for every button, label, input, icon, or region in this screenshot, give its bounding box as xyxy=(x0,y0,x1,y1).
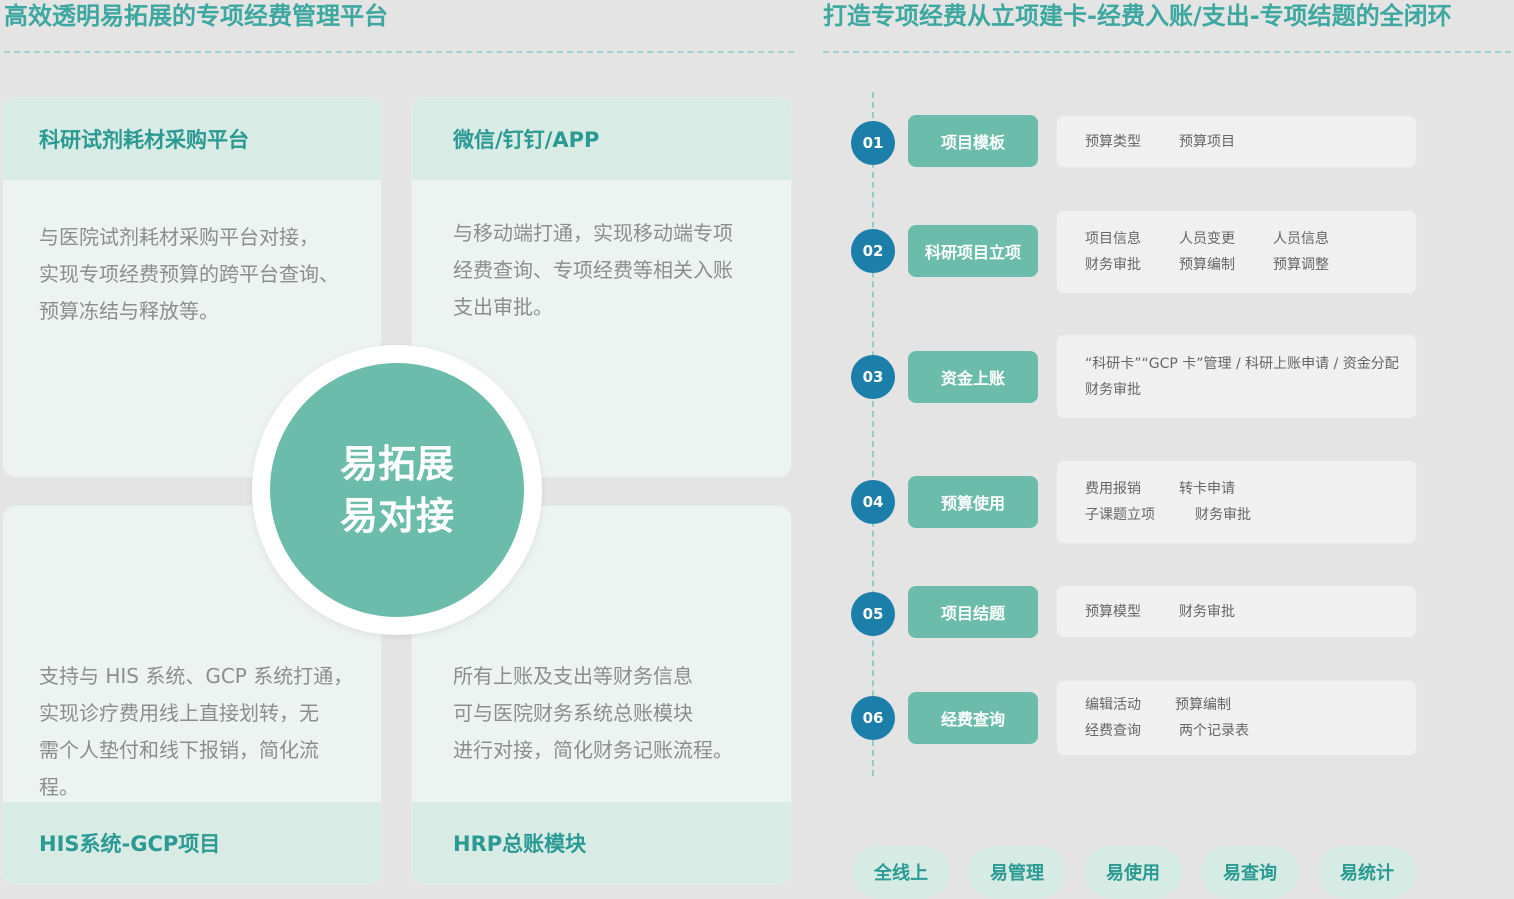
step-label: 资金上账 xyxy=(908,351,1038,403)
detail-item: 经费查询 xyxy=(1085,723,1141,739)
desc-line: 经费查询、专项经费等相关入账 xyxy=(453,258,733,282)
detail-row: 预算模型 财务审批 xyxy=(1085,599,1416,625)
step-number: 03 xyxy=(851,355,895,399)
detail-item: 预算编制 xyxy=(1175,697,1231,713)
desc-line: 所有上账及支出等财务信息 xyxy=(453,664,693,688)
detail-item: 预算类型 xyxy=(1085,133,1141,150)
detail-item: 预算模型 xyxy=(1085,603,1141,620)
card-description: 支持与 HIS 系统、GCP 系统打通， 实现诊疗费用线上直接划转，无 需个人垫… xyxy=(39,658,359,806)
card-description: 与医院试剂耗材采购平台对接， 实现专项经费预算的跨平台查询、 预算冻结与释放等。 xyxy=(39,219,379,330)
step-label: 科研项目立项 xyxy=(908,225,1038,277)
detail-item: 转卡申请 xyxy=(1179,481,1235,497)
card-heading: HRP总账模块 xyxy=(453,832,587,856)
desc-line: 需个人垫付和线下报销，简化流 xyxy=(39,738,319,762)
desc-line: 可与医院财务系统总账模块 xyxy=(453,701,693,725)
feature-tag: 易查询 xyxy=(1201,846,1299,898)
center-hub-line: 易拓展 xyxy=(339,442,454,486)
detail-item: 人员信息 xyxy=(1273,231,1329,247)
step-label: 项目模板 xyxy=(908,115,1038,167)
detail-item: 预算编制 xyxy=(1179,257,1235,273)
detail-item: 费用报销 xyxy=(1085,481,1141,497)
detail-item: 预算调整 xyxy=(1273,257,1329,273)
step-number: 05 xyxy=(851,592,895,636)
step-label: 项目结题 xyxy=(908,586,1038,638)
detail-row: “科研卡”“GCP 卡”管理 / 科研上账申请 / 资金分配 xyxy=(1085,351,1416,377)
left-divider xyxy=(4,51,794,53)
detail-item: 财务审批 xyxy=(1195,507,1251,523)
desc-line: 预算冻结与释放等。 xyxy=(39,299,219,323)
detail-item: 预算项目 xyxy=(1179,133,1235,150)
card-heading: 微信/钉钉/APP xyxy=(453,128,600,152)
step-detail: 预算类型 预算项目 xyxy=(1056,115,1417,168)
detail-item: “科研卡”“GCP 卡”管理 / 科研上账申请 / 资金分配 xyxy=(1085,355,1399,372)
desc-line: 进行对接，简化财务记账流程。 xyxy=(453,738,733,762)
desc-line: 程。 xyxy=(39,775,79,799)
card-heading: 科研试剂耗材采购平台 xyxy=(39,128,249,152)
card-header: 科研试剂耗材采购平台 xyxy=(3,98,381,180)
step-number: 02 xyxy=(851,229,895,273)
step-detail: “科研卡”“GCP 卡”管理 / 科研上账申请 / 资金分配 财务审批 xyxy=(1056,334,1417,419)
step-number: 04 xyxy=(851,480,895,524)
step-detail: 费用报销 转卡申请 子课题立项 财务审批 xyxy=(1056,460,1417,544)
desc-line: 实现专项经费预算的跨平台查询、 xyxy=(39,262,339,286)
feature-tag: 全线上 xyxy=(852,846,950,898)
detail-row: 经费查询 两个记录表 xyxy=(1085,718,1416,744)
desc-line: 实现诊疗费用线上直接划转，无 xyxy=(39,701,319,725)
detail-item: 编辑活动 xyxy=(1085,697,1141,713)
detail-row: 财务审批 预算编制 预算调整 xyxy=(1085,252,1416,278)
card-header: 微信/钉钉/APP xyxy=(412,98,791,180)
feature-tag: 易统计 xyxy=(1318,846,1416,898)
detail-item: 项目信息 xyxy=(1085,231,1141,247)
feature-tag: 易使用 xyxy=(1084,846,1182,898)
detail-item: 财务审批 xyxy=(1179,603,1235,620)
detail-row: 预算类型 预算项目 xyxy=(1085,129,1416,155)
step-label: 预算使用 xyxy=(908,476,1038,528)
center-hub-ring: 易拓展 易对接 xyxy=(252,345,542,635)
detail-item: 财务审批 xyxy=(1085,381,1141,398)
detail-row: 编辑活动 预算编制 xyxy=(1085,692,1416,718)
right-divider xyxy=(823,51,1511,53)
left-title: 高效透明易拓展的专项经费管理平台 xyxy=(4,2,388,30)
step-number: 06 xyxy=(851,696,895,740)
card-description: 所有上账及支出等财务信息 可与医院财务系统总账模块 进行对接，简化财务记账流程。 xyxy=(453,658,773,769)
desc-line: 与移动端打通，实现移动端专项 xyxy=(453,221,733,245)
detail-row: 财务审批 xyxy=(1085,377,1416,403)
detail-row: 项目信息 人员变更 人员信息 xyxy=(1085,226,1416,252)
detail-item: 子课题立项 xyxy=(1085,507,1155,523)
center-hub-line: 易对接 xyxy=(339,494,454,538)
step-label: 经费查询 xyxy=(908,692,1038,744)
detail-row: 子课题立项 财务审批 xyxy=(1085,502,1416,528)
card-footer: HRP总账模块 xyxy=(412,802,791,884)
desc-line: 与医院试剂耗材采购平台对接， xyxy=(39,225,319,249)
right-title: 打造专项经费从立项建卡-经费入账/支出-专项结题的全闭环 xyxy=(823,2,1452,30)
timeline-line xyxy=(872,92,874,776)
detail-row: 费用报销 转卡申请 xyxy=(1085,476,1416,502)
center-hub: 易拓展 易对接 xyxy=(270,363,524,617)
step-detail: 项目信息 人员变更 人员信息 财务审批 预算编制 预算调整 xyxy=(1056,210,1417,294)
card-footer: HIS系统-GCP项目 xyxy=(3,802,381,884)
feature-tag: 易管理 xyxy=(968,846,1066,898)
desc-line: 支出审批。 xyxy=(453,295,553,319)
desc-line: 支持与 HIS 系统、GCP 系统打通， xyxy=(39,664,354,688)
card-description: 与移动端打通，实现移动端专项 经费查询、专项经费等相关入账 支出审批。 xyxy=(453,215,773,326)
detail-item: 两个记录表 xyxy=(1179,723,1249,739)
step-detail: 预算模型 财务审批 xyxy=(1056,585,1417,638)
step-detail: 编辑活动 预算编制 经费查询 两个记录表 xyxy=(1056,680,1417,756)
step-number: 01 xyxy=(851,121,895,165)
card-heading: HIS系统-GCP项目 xyxy=(39,832,221,856)
detail-item: 财务审批 xyxy=(1085,257,1141,273)
detail-item: 人员变更 xyxy=(1179,231,1235,247)
